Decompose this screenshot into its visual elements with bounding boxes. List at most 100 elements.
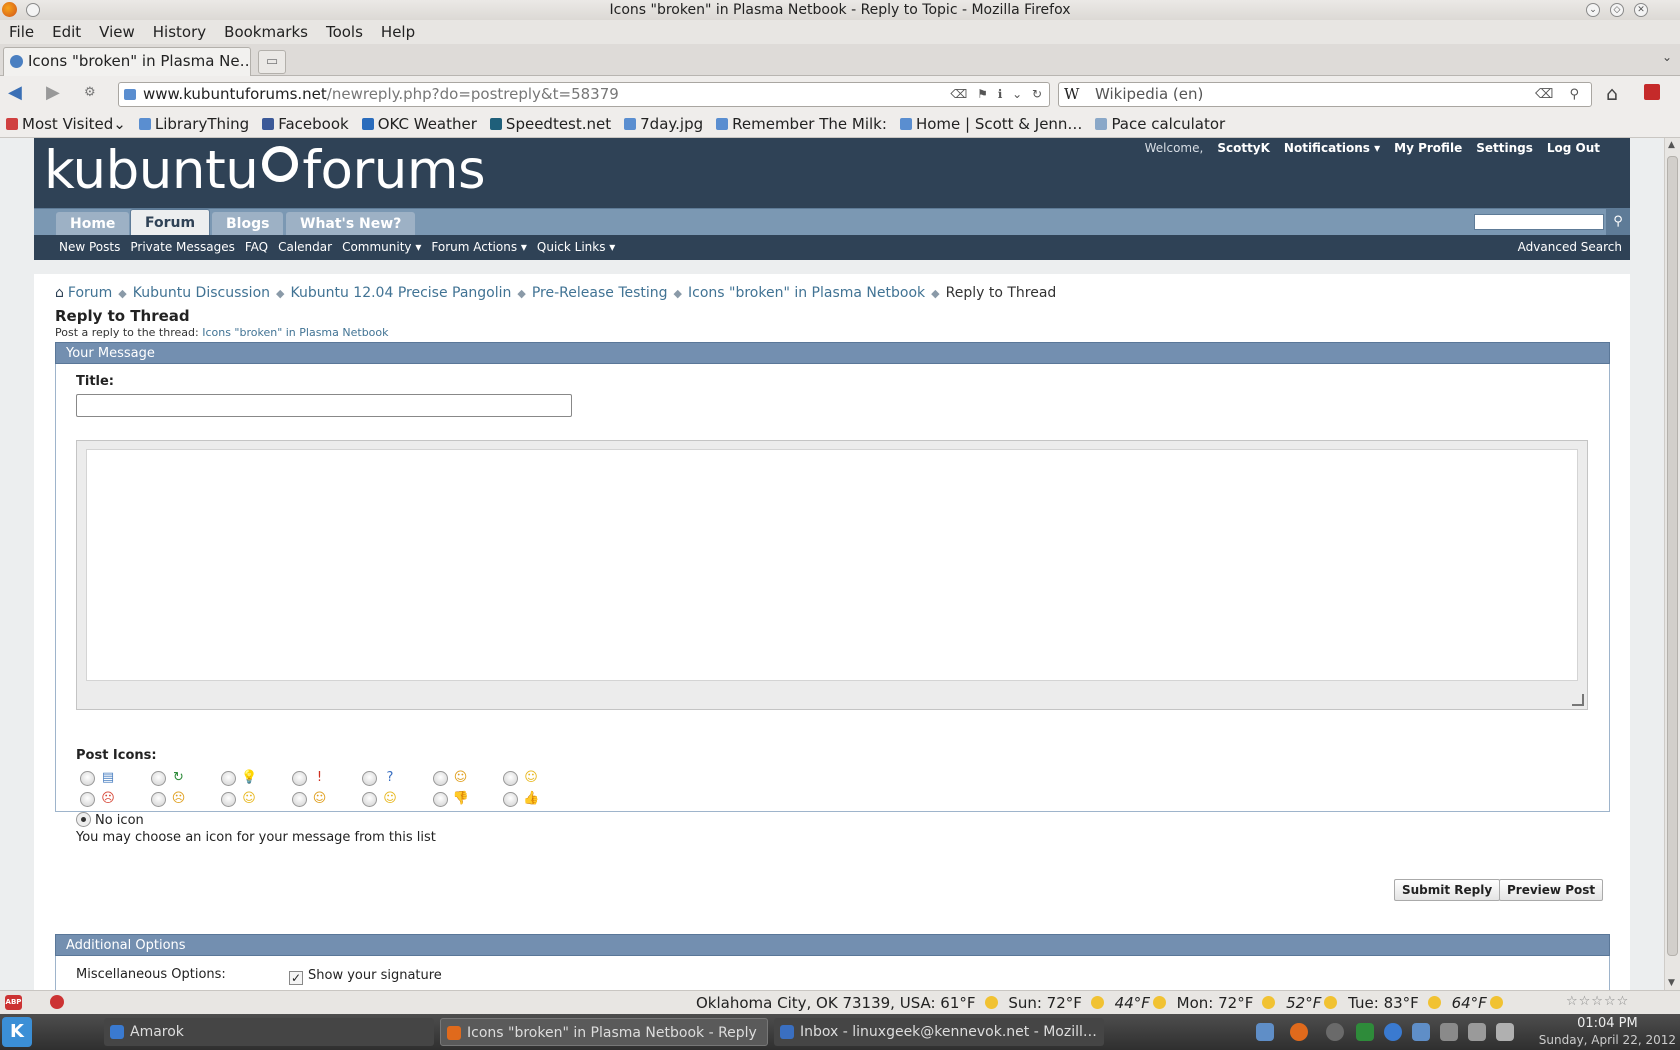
post-icon-option[interactable]: ☺ xyxy=(432,770,477,786)
site-identity-icon[interactable] xyxy=(124,89,136,100)
back-arrow-icon[interactable]: ◀ xyxy=(8,82,22,103)
bookmark-item[interactable]: Remember The Milk: xyxy=(710,112,894,133)
post-icon-option[interactable]: 👎 xyxy=(432,791,477,807)
subnav-new-posts[interactable]: New Posts xyxy=(54,235,125,254)
scrollbar-thumb[interactable] xyxy=(1667,156,1678,956)
settings-link[interactable]: Settings xyxy=(1476,141,1533,155)
post-icon-radio[interactable] xyxy=(80,771,95,786)
battery-icon[interactable] xyxy=(1412,1023,1430,1041)
scroll-down-icon[interactable]: ▼ xyxy=(1668,978,1675,988)
breadcrumb-item[interactable]: Icons "broken" in Plasma Netbook xyxy=(688,285,925,301)
post-icon-option[interactable]: ↻ xyxy=(150,770,195,786)
post-icon-radio[interactable] xyxy=(362,771,377,786)
task-amarok[interactable]: Amarok xyxy=(104,1018,434,1046)
pin-icon[interactable] xyxy=(26,3,40,17)
maximize-icon[interactable]: ◇ xyxy=(1610,3,1624,17)
bookmark-item[interactable]: 7day.jpg xyxy=(618,112,710,133)
menu-history[interactable]: History xyxy=(144,20,215,41)
bookmark-item[interactable]: Pace calculator xyxy=(1089,112,1232,133)
post-icon-radio[interactable] xyxy=(221,792,236,807)
mail-icon[interactable] xyxy=(1356,1023,1374,1041)
task-thunderbird[interactable]: Inbox - linuxgeek@kennevok.net - Mozill… xyxy=(774,1018,1104,1046)
post-icon-radio[interactable] xyxy=(432,771,448,786)
subnav-forum-actions[interactable]: Forum Actions ▾ xyxy=(426,235,532,254)
addon-icon[interactable] xyxy=(1644,84,1660,100)
url-bar[interactable]: www.kubuntuforums.net/newreply.php?do=po… xyxy=(118,82,1050,107)
bookmark-item[interactable]: Most Visited⌄ xyxy=(0,112,133,133)
post-icon-option[interactable]: 👍 xyxy=(503,791,547,807)
title-input[interactable] xyxy=(76,394,572,417)
post-icon-option[interactable]: ☺ xyxy=(362,791,406,807)
new-tab-button[interactable]: ▭ xyxy=(258,50,286,74)
breadcrumb-item[interactable]: Forum xyxy=(68,285,112,301)
post-icon-radio[interactable] xyxy=(362,792,377,807)
thread-link[interactable]: Icons "broken" in Plasma Netbook xyxy=(202,326,388,339)
printer-icon[interactable] xyxy=(1496,1023,1514,1041)
post-icon-option[interactable]: ☺ xyxy=(291,791,336,807)
tab-forum[interactable]: Forum xyxy=(130,209,211,236)
menu-help[interactable]: Help xyxy=(372,20,424,41)
minimize-icon[interactable]: ⌄ xyxy=(1586,3,1600,17)
breadcrumb-item[interactable]: Pre-Release Testing xyxy=(532,285,668,301)
info-icon[interactable] xyxy=(1326,1023,1344,1041)
url-bar-tools-icon[interactable]: ⌫ ⚑ ℹ ⌄ ↻ xyxy=(950,83,1045,106)
post-icon-option[interactable]: ! xyxy=(291,770,336,786)
scroll-up-icon[interactable]: ▲ xyxy=(1668,140,1675,150)
wikipedia-icon[interactable]: W xyxy=(1064,83,1079,106)
search-icon[interactable]: ⚲ xyxy=(1606,209,1630,236)
post-icon-option[interactable]: ☹ xyxy=(80,791,124,807)
post-icon-radio[interactable] xyxy=(150,792,166,807)
subnav-community[interactable]: Community ▾ xyxy=(337,235,426,254)
tab-whats-new[interactable]: What's New? xyxy=(286,212,416,236)
post-icon-radio[interactable] xyxy=(503,771,518,786)
task-firefox[interactable]: Icons "broken" in Plasma Netbook - Reply xyxy=(440,1018,768,1046)
post-icon-radio[interactable] xyxy=(503,792,518,807)
message-textarea[interactable] xyxy=(86,449,1578,681)
tab-list-chevron-icon[interactable]: ⌄ xyxy=(1662,50,1672,64)
clock[interactable]: 01:04 PM Sunday, April 22, 2012 xyxy=(1539,1016,1676,1048)
stop-icon[interactable] xyxy=(50,995,64,1009)
search-input[interactable]: Wikipedia (en) xyxy=(1095,85,1203,103)
no-icon-option[interactable]: No icon xyxy=(76,812,144,828)
browser-icon[interactable] xyxy=(1384,1023,1402,1041)
breadcrumb-item[interactable]: Kubuntu Discussion xyxy=(133,285,270,301)
bookmark-item[interactable]: LibraryThing xyxy=(133,112,256,133)
post-icon-option[interactable]: 💡 xyxy=(221,770,265,786)
my-profile-link[interactable]: My Profile xyxy=(1394,141,1462,155)
post-icon-radio[interactable] xyxy=(150,771,166,786)
close-icon[interactable]: ✕ xyxy=(1634,3,1648,17)
post-icon-radio[interactable] xyxy=(80,792,95,807)
breadcrumb-item[interactable]: Kubuntu 12.04 Precise Pangolin xyxy=(290,285,511,301)
klipper-icon[interactable] xyxy=(1440,1023,1458,1041)
menu-bookmarks[interactable]: Bookmarks xyxy=(215,20,317,41)
post-icon-radio[interactable] xyxy=(291,792,307,807)
tab-home[interactable]: Home xyxy=(56,212,130,236)
advanced-search-link[interactable]: Advanced Search xyxy=(1518,240,1622,254)
show-signature-option[interactable]: ✓ Show your signature xyxy=(289,968,442,985)
firefox-tray-icon[interactable] xyxy=(1290,1023,1308,1041)
bookmark-item[interactable]: OKC Weather xyxy=(356,112,484,133)
show-signature-checkbox[interactable]: ✓ xyxy=(289,971,303,985)
subnav-private-messages[interactable]: Private Messages xyxy=(125,235,240,254)
no-icon-radio[interactable] xyxy=(76,812,91,827)
submit-reply-button[interactable]: Submit Reply xyxy=(1394,879,1501,901)
username-link[interactable]: ScottyK xyxy=(1217,141,1270,155)
site-logo[interactable]: kubuntu forums xyxy=(44,140,486,201)
menu-edit[interactable]: Edit xyxy=(43,20,90,41)
post-icon-radio[interactable] xyxy=(291,771,307,786)
post-icon-option[interactable]: ☺ xyxy=(221,791,265,807)
post-icon-radio[interactable] xyxy=(432,792,448,807)
history-icon[interactable]: ⚙ xyxy=(84,85,96,100)
forward-arrow-icon[interactable]: ▶ xyxy=(46,82,60,103)
adblock-icon[interactable]: ABP xyxy=(5,995,22,1010)
post-icon-option[interactable]: ? xyxy=(362,770,406,786)
logout-link[interactable]: Log Out xyxy=(1547,141,1600,155)
subnav-faq[interactable]: FAQ xyxy=(240,235,273,254)
browser-tab[interactable]: Icons "broken" in Plasma Ne… xyxy=(3,47,251,76)
page-scrollbar[interactable]: ▲ ▼ xyxy=(1664,138,1680,990)
post-icon-radio[interactable] xyxy=(221,771,236,786)
bookmark-item[interactable]: Speedtest.net xyxy=(484,112,618,133)
post-icon-option[interactable]: ☹ xyxy=(150,791,195,807)
volume-icon[interactable] xyxy=(1468,1023,1486,1041)
post-icon-option[interactable]: ☺ xyxy=(503,770,547,786)
